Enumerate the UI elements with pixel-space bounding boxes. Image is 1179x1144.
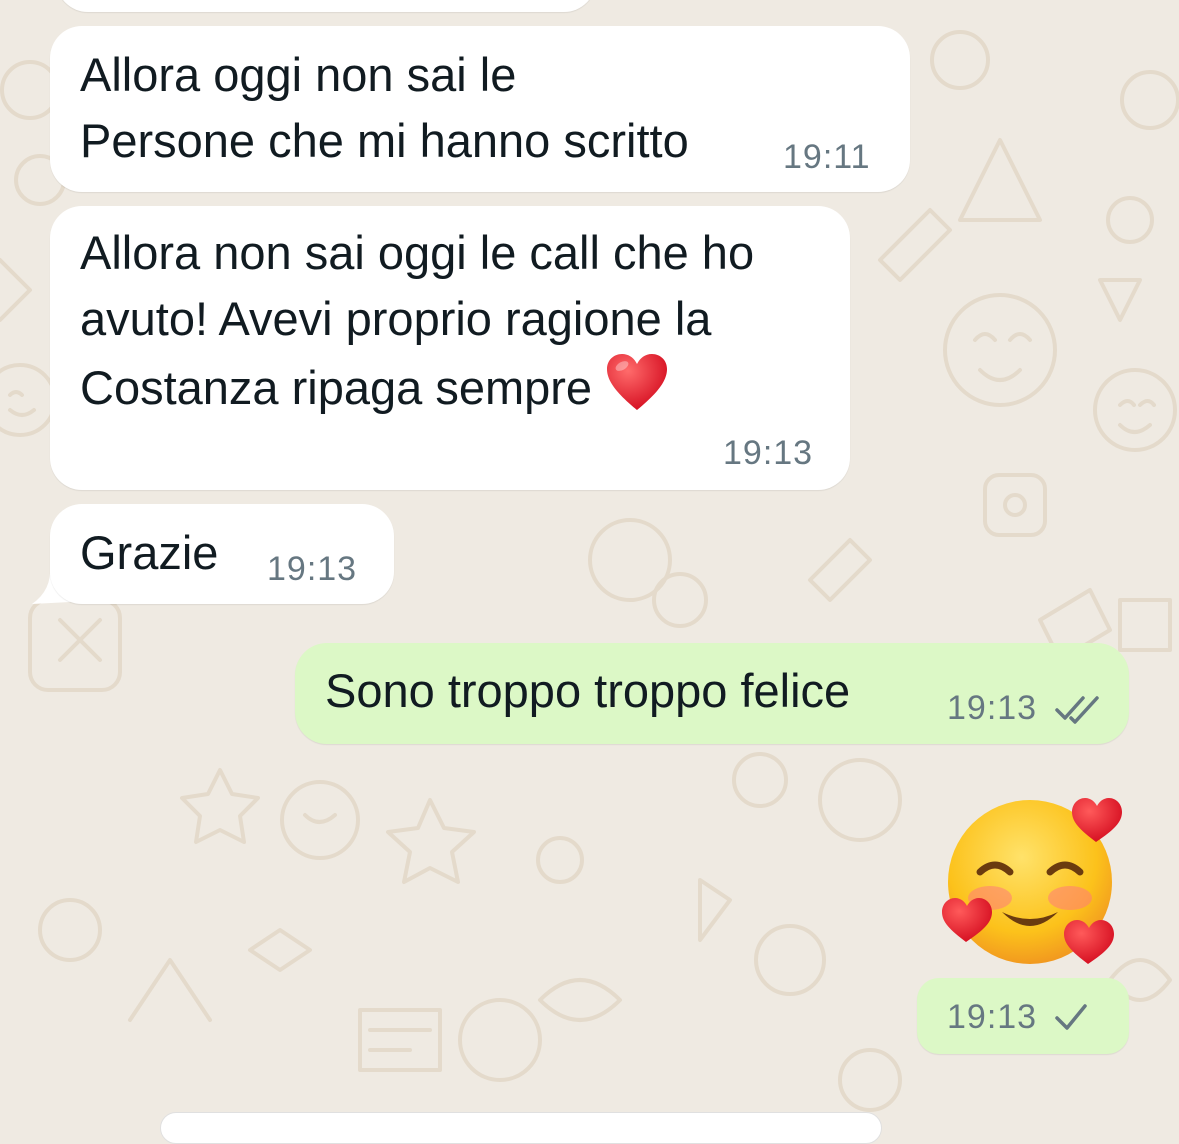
incoming-message-bubble[interactable]: Grazie 19:13 [50,504,394,604]
message-time: 19:13 [947,998,1038,1036]
smiling-face-with-hearts-emoji-icon [942,798,1122,964]
outgoing-message-bubble[interactable]: 19:13 [917,978,1129,1054]
incoming-message-bubble[interactable]: Allora non sai oggi le call che ho avuto… [50,206,850,490]
message-time: 19:13 [947,689,1038,727]
previous-message-bubble [56,0,596,12]
message-time: 19:11 [783,138,871,176]
red-heart-emoji-icon [607,354,668,410]
composer-edge [160,1112,882,1144]
message-text: Sono troppo troppo felice [325,664,851,717]
message-text: Grazie [80,526,219,579]
message-time: 19:13 [267,550,358,588]
outgoing-message-bubble[interactable]: Sono troppo troppo felice 19:13 [295,643,1129,744]
message-text: Allora non sai oggi le call che ho avuto… [80,220,754,421]
message-time: 19:13 [723,434,814,472]
message-text: Allora oggi non sai le Persone che mi ha… [80,48,689,167]
double-check-icon [1055,696,1099,724]
single-check-icon [1055,1004,1087,1030]
incoming-message-bubble[interactable]: Allora oggi non sai le Persone che mi ha… [50,26,910,192]
